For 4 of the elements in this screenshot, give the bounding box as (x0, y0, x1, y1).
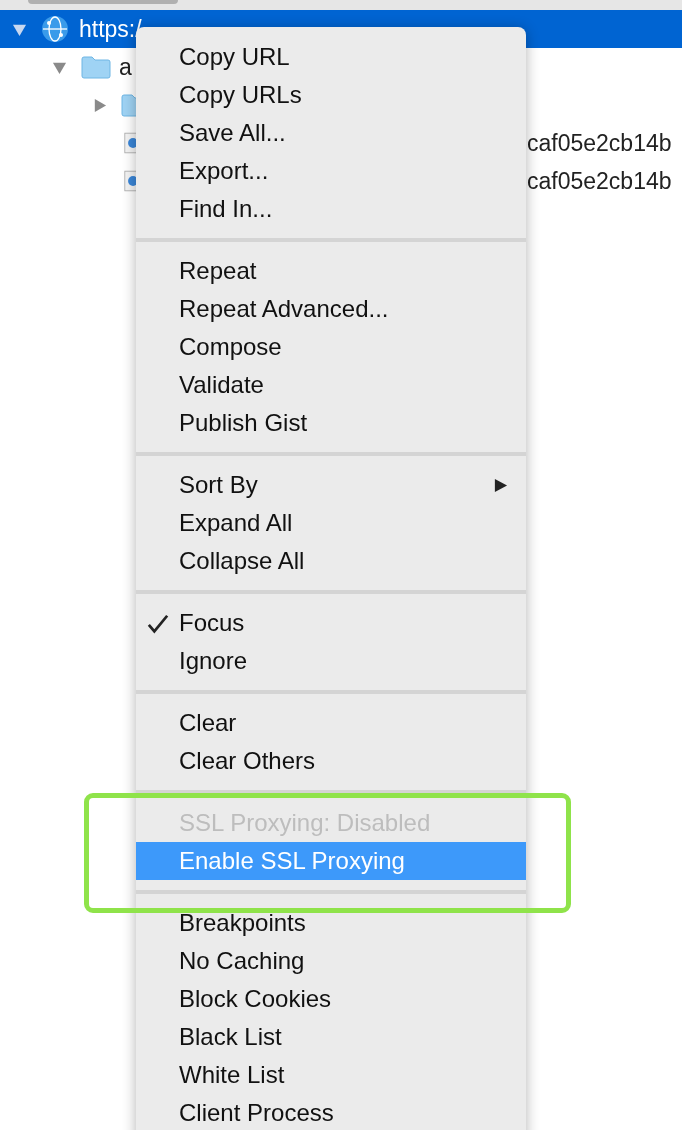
tree-label: caf05e2cb14b (527, 129, 672, 157)
tree-label: https:/ (79, 15, 142, 43)
tree-label: a (119, 53, 132, 81)
tree-label: caf05e2cb14b (527, 167, 672, 195)
